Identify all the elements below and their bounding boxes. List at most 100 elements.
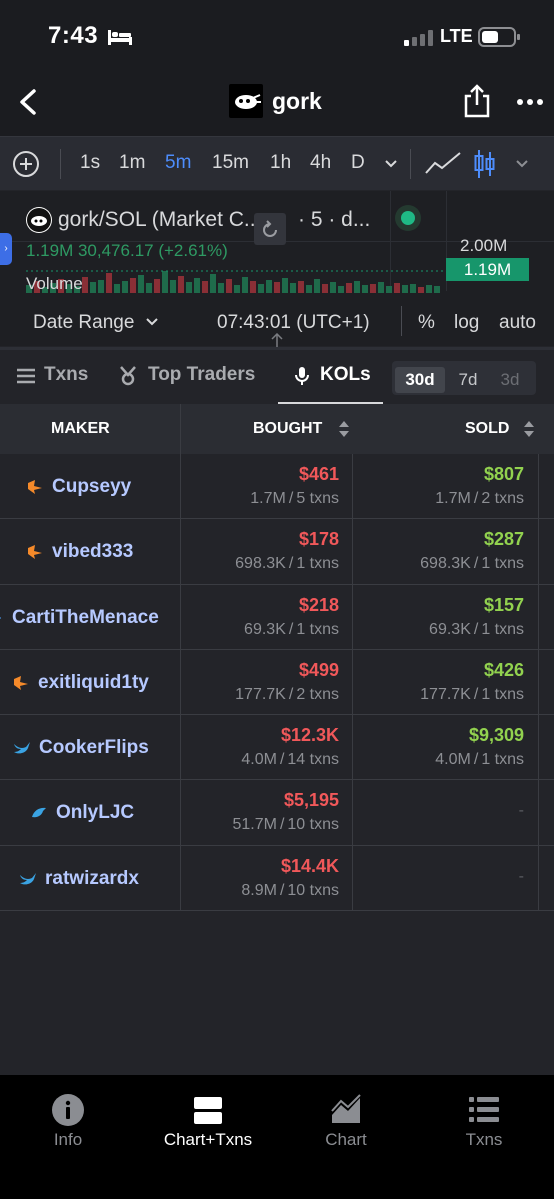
toolbar-divider xyxy=(410,149,411,179)
maker-name[interactable]: exitliquid1ty xyxy=(38,672,149,694)
bought-cell: $499 177.7K/2 txns xyxy=(180,650,339,714)
line-chart-icon[interactable] xyxy=(425,151,461,175)
timeframe-1m[interactable]: 1m xyxy=(119,152,145,174)
maker-name[interactable]: CartiTheMenace xyxy=(12,607,159,629)
axis-label-top: 2.00M xyxy=(460,236,508,255)
status-bar: 7:43 LTE xyxy=(0,0,554,72)
maker-name[interactable]: OnlyLJC xyxy=(56,802,134,824)
medal-icon xyxy=(120,366,136,386)
timeframe-d[interactable]: D xyxy=(351,152,365,174)
auto-toggle[interactable]: auto xyxy=(499,312,536,334)
volume-bar xyxy=(210,274,216,293)
header-sold[interactable]: SOLD xyxy=(465,420,509,438)
maker-name[interactable]: vibed333 xyxy=(52,541,133,563)
timeframe-4h[interactable]: 4h xyxy=(310,152,331,174)
volume-bar xyxy=(306,285,312,293)
network-label: LTE xyxy=(440,26,473,46)
table-row[interactable]: ratwizardx $14.4K 8.9M/10 txns - xyxy=(0,845,554,912)
nav-txns[interactable]: Txns xyxy=(424,1093,544,1150)
volume-bar xyxy=(330,282,336,293)
timeframe-1s[interactable]: 1s xyxy=(80,152,100,174)
timeframe-15m[interactable]: 15m xyxy=(212,152,249,174)
header-bought[interactable]: BOUGHT xyxy=(253,420,322,438)
volume-bar xyxy=(130,278,136,293)
volume-bar xyxy=(154,279,160,293)
tab-txns[interactable]: Txns xyxy=(44,364,88,386)
maker-name[interactable]: Cupseyy xyxy=(52,476,131,498)
period-30d[interactable]: 30d xyxy=(395,367,445,393)
gork-logo-icon xyxy=(235,94,261,109)
volume-bar xyxy=(226,279,232,293)
maker-name[interactable]: ratwizardx xyxy=(45,868,139,890)
chart-type-chevron-down-icon[interactable] xyxy=(515,159,529,169)
log-toggle[interactable]: log xyxy=(454,312,479,334)
column-divider xyxy=(180,404,181,454)
maker-name[interactable]: CookerFlips xyxy=(39,737,149,759)
separator: / xyxy=(288,555,294,573)
chart-side-toggle[interactable]: › xyxy=(0,233,12,265)
list-icon xyxy=(469,1097,499,1122)
sold-cell: $287 698.3K/1 txns xyxy=(352,519,524,583)
table-row[interactable]: Cupseyy $461 1.7M/5 txns $807 1.7M/2 txns xyxy=(0,454,554,520)
add-indicator-icon[interactable] xyxy=(12,150,40,178)
table-row[interactable]: vibed333 $178 698.3K/1 txns $287 698.3K/1 tx… xyxy=(0,519,554,585)
separator: / xyxy=(473,490,479,507)
sold-txns: 1 txns xyxy=(481,620,524,638)
volume-bar xyxy=(242,277,248,293)
table-row[interactable]: OnlyLJC $5,195 51.7M/10 txns - xyxy=(0,780,554,846)
table-row[interactable]: CookerFlips $12.3K 4.0M/14 txns $9,309 4.0M /… xyxy=(0,715,554,781)
price-chart[interactable]: › gork/SOL (Market C... · 5 · d... 1.19M… xyxy=(0,191,554,355)
sold-detail: 4.0M/1 txns xyxy=(435,751,524,769)
timeframe-1h[interactable]: 1h xyxy=(270,152,291,174)
separator: / xyxy=(288,685,294,703)
more-icon[interactable] xyxy=(516,98,544,106)
separator: / xyxy=(279,816,285,834)
volume-bar xyxy=(170,280,176,293)
bird-icon xyxy=(28,480,42,494)
timeframe-5m[interactable]: 5m xyxy=(165,152,191,174)
volume-bar xyxy=(378,282,384,293)
nav-info[interactable]: Info xyxy=(8,1093,128,1150)
app-header: gork xyxy=(0,72,554,136)
volume-bar xyxy=(426,285,432,293)
volume-bar xyxy=(98,280,104,293)
period-3d[interactable]: 3d xyxy=(492,367,528,393)
date-range-button[interactable]: Date Range xyxy=(33,312,134,334)
percent-toggle[interactable]: % xyxy=(418,312,435,334)
token-logo xyxy=(229,84,263,118)
sold-detail: 1.7M/2 txns xyxy=(435,490,524,508)
nav-chart-txns[interactable]: Chart+Txns xyxy=(148,1093,268,1150)
reset-chart-icon[interactable] xyxy=(254,213,286,245)
bought-usd: $5,195 xyxy=(283,790,339,811)
sold-txns: 1 txns xyxy=(481,555,524,573)
volume-bar xyxy=(290,283,296,293)
volume-bar xyxy=(186,282,192,293)
timeframe-chevron-down-icon[interactable] xyxy=(384,159,398,169)
twitter-bird-icon xyxy=(14,742,30,754)
bought-detail: 1.7M/5 txns xyxy=(250,490,339,508)
separator: / xyxy=(473,685,479,703)
nav-info-label: Info xyxy=(53,1130,83,1149)
dolphin-icon xyxy=(32,808,46,818)
table-row[interactable]: CartiTheMenace $218 69.3K/1 txns $157 69.3K /… xyxy=(0,584,554,650)
chart-price-readout: 1.19M 30,476.17 (+2.61%) xyxy=(26,241,228,260)
table-row[interactable]: exitliquid1ty $499 177.7K/2 txns $426 177.7K… xyxy=(0,649,554,716)
volume-bar xyxy=(274,282,280,293)
tab-top-traders[interactable]: Top Traders xyxy=(148,364,255,386)
share-icon[interactable] xyxy=(462,84,492,118)
back-icon[interactable] xyxy=(16,88,40,116)
sold-tokens: 177.7K xyxy=(420,685,471,703)
volume-bar xyxy=(434,286,440,293)
sold-cell: $807 1.7M/2 txns xyxy=(352,454,524,518)
sort-icon[interactable] xyxy=(338,420,350,438)
bought-cell: $218 69.3K/1 txns xyxy=(180,585,339,649)
sold-cell: $9,309 4.0M/1 txns xyxy=(352,715,524,779)
period-7d[interactable]: 7d xyxy=(450,367,486,393)
sort-icon[interactable] xyxy=(523,420,535,438)
nav-chart[interactable]: Chart xyxy=(286,1093,406,1150)
date-range-chevron-down-icon[interactable] xyxy=(146,318,158,326)
tab-kols[interactable]: KOLs xyxy=(320,364,371,386)
candlestick-icon[interactable] xyxy=(474,149,496,179)
volume-bar xyxy=(362,285,368,293)
sold-usd: $9,309 xyxy=(468,725,524,746)
